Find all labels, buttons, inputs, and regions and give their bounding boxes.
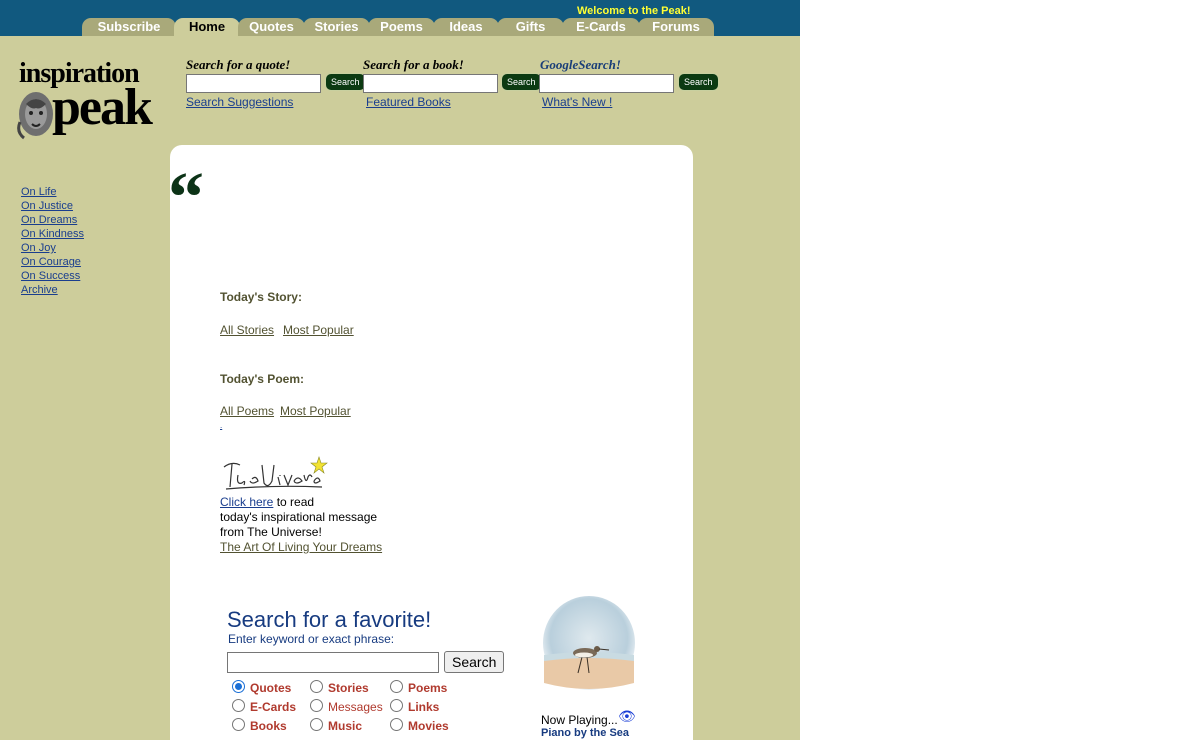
click-here-link[interactable]: Click here (220, 495, 273, 509)
google-search-input[interactable] (539, 74, 674, 93)
todays-poem-heading: Today's Poem: (220, 372, 304, 386)
todays-story-heading: Today's Story: (220, 290, 302, 304)
universe-line2-text: today's inspirational message (220, 510, 378, 524)
nav-on-joy[interactable]: On Joy (21, 241, 84, 255)
welcome-message: Welcome to the Peak! (577, 5, 691, 17)
art-of-living-link[interactable]: The Art Of Living Your Dreams (220, 540, 382, 554)
top-navigation-bar: Welcome to the Peak! Subscribe Home Quot… (0, 0, 800, 36)
logo-text-peak: peak (52, 79, 153, 136)
radio-messages[interactable] (310, 699, 323, 712)
radio-books[interactable] (232, 718, 245, 731)
whats-new-link[interactable]: What's New ! (542, 95, 612, 109)
lion-icon (17, 92, 53, 140)
radio-quotes[interactable] (232, 680, 245, 693)
tab-stories[interactable]: Stories (303, 18, 370, 36)
nav-on-kindness[interactable]: On Kindness (21, 227, 84, 241)
tab-e-cards[interactable]: E-Cards (562, 18, 640, 36)
site-logo[interactable]: inspiration peak (16, 58, 161, 142)
main-content-panel: “ Today's Story: All Stories Most Popula… (168, 145, 693, 740)
nav-on-dreams[interactable]: On Dreams (21, 213, 84, 227)
left-navigation: On Life On Justice On Dreams On Kindness… (21, 185, 84, 297)
universe-line1-text: to read (273, 495, 315, 509)
google-search-button[interactable]: Search (678, 73, 719, 91)
all-poems-link[interactable]: All Poems (220, 404, 274, 418)
radio-stories[interactable] (310, 680, 323, 693)
quote-mark-icon: “ (168, 157, 204, 237)
book-search-input[interactable] (363, 74, 498, 93)
universe-message: Click here to read today's inspirational… (220, 495, 377, 540)
nav-on-justice[interactable]: On Justice (21, 199, 84, 213)
speaker-icon[interactable]: 👁 (618, 708, 636, 725)
radio-links[interactable] (390, 699, 403, 712)
favorite-search-subtitle: Enter keyword or exact phrase: (228, 632, 395, 646)
now-playing-track: Piano by the Sea (541, 727, 630, 739)
universe-line3-text: from The Universe! (220, 525, 322, 539)
now-playing-label: Now Playing... (541, 713, 618, 727)
nav-on-success[interactable]: On Success (21, 269, 84, 283)
book-search-heading: Search for a book! (363, 57, 464, 72)
tab-poems[interactable]: Poems (368, 18, 435, 36)
favorite-search-input[interactable] (227, 652, 439, 673)
nav-archive[interactable]: Archive (21, 283, 84, 297)
tab-ideas[interactable]: Ideas (433, 18, 499, 36)
sandpiper-painting-image (542, 595, 636, 695)
featured-books-link[interactable]: Featured Books (366, 95, 451, 109)
quote-search-heading: Search for a quote! (186, 57, 291, 72)
tab-quotes[interactable]: Quotes (238, 18, 305, 36)
radio-movies[interactable] (390, 718, 403, 731)
nav-on-life[interactable]: On Life (21, 185, 84, 199)
search-suggestions-link[interactable]: Search Suggestions (186, 95, 293, 109)
popular-poems-link[interactable]: Most Popular (280, 404, 351, 418)
radio-poems[interactable] (390, 680, 403, 693)
small-link[interactable]: . (220, 421, 222, 430)
favorite-search-title: Search for a favorite! (227, 607, 432, 632)
tab-home[interactable]: Home (174, 18, 240, 36)
favorite-search-button[interactable]: Search (444, 651, 505, 673)
quote-search-input[interactable] (186, 74, 321, 93)
site-container: Welcome to the Peak! Subscribe Home Quot… (0, 0, 800, 740)
radio-music[interactable] (310, 718, 323, 731)
the-universe-signature-icon (223, 456, 328, 490)
nav-on-courage[interactable]: On Courage (21, 255, 84, 269)
radio-e-cards[interactable] (232, 699, 245, 712)
quote-search-button[interactable]: Search (325, 73, 366, 91)
tab-subscribe[interactable]: Subscribe (82, 18, 176, 36)
tab-gifts[interactable]: Gifts (497, 18, 564, 36)
popular-stories-link[interactable]: Most Popular (283, 323, 354, 337)
all-stories-link[interactable]: All Stories (220, 323, 274, 337)
tab-forums[interactable]: Forums (638, 18, 714, 36)
google-search-heading: GoogleSearch! (540, 57, 621, 72)
book-search-button[interactable]: Search (501, 73, 542, 91)
